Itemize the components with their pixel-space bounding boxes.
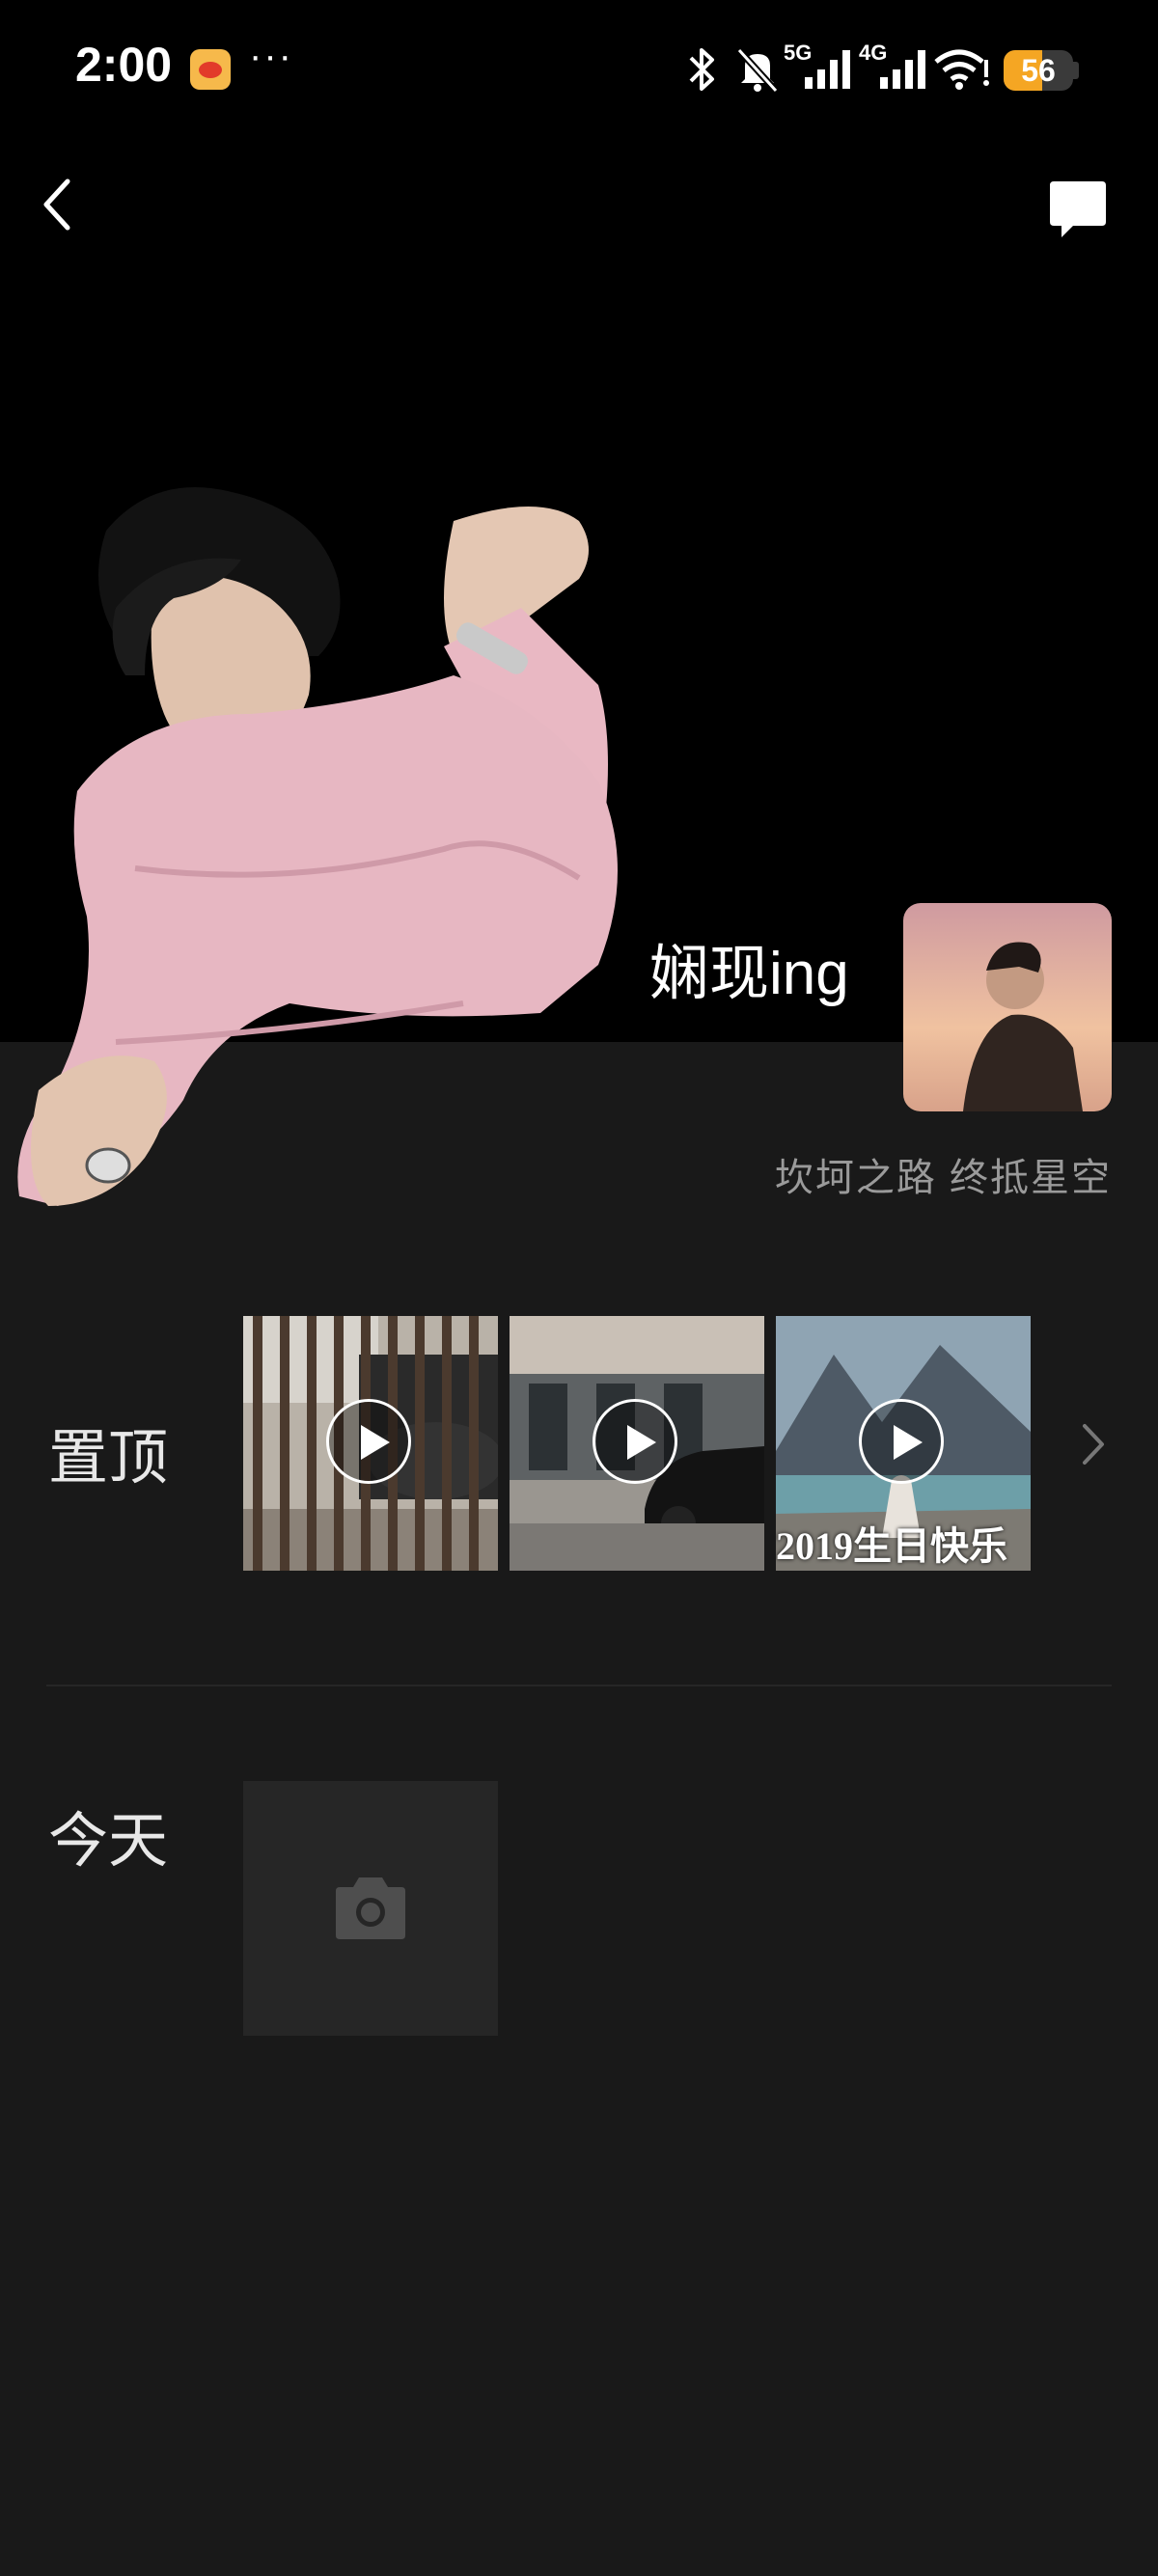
back-button[interactable]	[39, 176, 77, 233]
pinned-video-3[interactable]: 2019生日快乐	[776, 1316, 1031, 1571]
pinned-video-2[interactable]	[510, 1316, 764, 1571]
pinned-video-1[interactable]	[243, 1316, 498, 1571]
add-photo-button[interactable]	[243, 1781, 498, 2036]
battery-icon: 56	[1004, 50, 1073, 91]
battery-cap	[1073, 62, 1079, 79]
play-icon	[593, 1399, 677, 1484]
pinned-video-3-caption: 2019生日快乐	[776, 1524, 1007, 1568]
section-divider	[46, 1685, 1112, 1686]
cover-photo	[17, 487, 619, 1206]
profile-signature: 坎坷之路 终抵星空	[774, 1157, 1112, 1199]
profile-username[interactable]: 娴现ing	[649, 924, 849, 1011]
battery-level: 56	[1021, 53, 1056, 88]
today-section-title: 今天	[48, 1808, 169, 1875]
signal-5g-label: 5G	[784, 41, 812, 65]
signal-4g-icon: 4G	[859, 41, 925, 89]
signal-4g-label: 4G	[859, 41, 887, 65]
play-icon	[326, 1399, 411, 1484]
signal-5g-icon: 5G	[784, 41, 850, 89]
message-button[interactable]	[1046, 179, 1108, 239]
pinned-section-title: 置顶	[48, 1425, 169, 1492]
wifi-icon	[934, 49, 989, 90]
more-notifications-icon: ···	[249, 35, 293, 77]
status-time: 2:00	[75, 38, 173, 92]
play-icon	[859, 1399, 944, 1484]
bluetooth-icon	[689, 48, 714, 91]
weibo-notification-icon	[190, 49, 231, 90]
chevron-right-icon[interactable]	[1079, 1420, 1108, 1468]
mute-bell-icon	[736, 47, 779, 94]
camera-icon	[336, 1877, 405, 1939]
avatar[interactable]	[903, 903, 1112, 1111]
status-bar: 2:00 ··· 5G 4G 56	[0, 0, 1158, 140]
